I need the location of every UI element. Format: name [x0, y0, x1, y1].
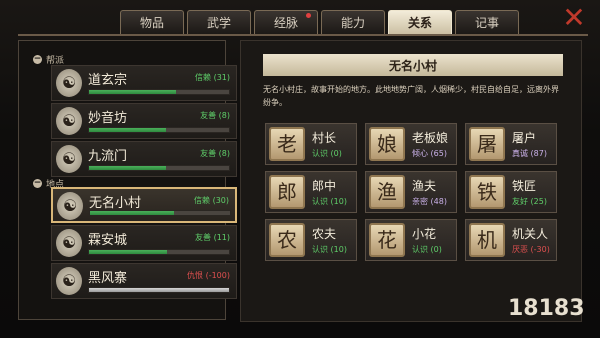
watermark-text: 18183	[508, 296, 585, 321]
collapse-icon: −	[33, 178, 42, 188]
npc-portrait-icon: 渔	[369, 175, 405, 209]
location-description: 无名小村庄，故事开始的地方。此地地势广阔，人烟稀少，村民自给自足，远离外界纷争。	[263, 85, 559, 107]
npc-portrait-icon: 老	[269, 127, 305, 161]
npc-name: 村长	[312, 131, 337, 145]
faction-emblem-icon: ☯	[56, 107, 82, 135]
place-relation: 信赖 (30)	[194, 196, 229, 205]
faction-name: 九流门	[88, 149, 128, 164]
npc-card-blacksmith[interactable]: 铁 铁匠 友好 (25)	[465, 171, 557, 213]
tab-martial-arts[interactable]: 武学	[187, 10, 251, 34]
npc-portrait-icon: 郎	[269, 175, 305, 209]
npc-card-doctor[interactable]: 郎 郎中 认识 (10)	[265, 171, 357, 213]
npc-relation: 认识 (10)	[312, 197, 347, 206]
place-emblem-icon: ☯	[57, 192, 83, 220]
relation-bar	[88, 89, 230, 95]
npc-name: 农夫	[312, 227, 337, 241]
relation-bar-fill	[89, 128, 166, 132]
npc-portrait-icon: 花	[369, 223, 405, 257]
tab-meridians-label: 经脉	[273, 16, 298, 30]
relation-bar-fill	[89, 90, 176, 94]
npc-portrait-icon: 铁	[469, 175, 505, 209]
tab-relations[interactable]: 关系	[388, 10, 452, 34]
npc-name: 铁匠	[512, 179, 537, 193]
npc-name: 屠户	[512, 131, 537, 145]
npc-portrait-icon: 农	[269, 223, 305, 257]
tab-meridians[interactable]: 经脉	[254, 10, 318, 34]
faction-name: 妙音坊	[88, 111, 128, 126]
npc-card-fisherman[interactable]: 渔 渔夫 亲密 (48)	[365, 171, 457, 213]
faction-card-daoxuanzong[interactable]: ☯ 道玄宗 信赖 (31)	[51, 65, 237, 101]
npc-name: 郎中	[312, 179, 337, 193]
npc-name: 小花	[412, 227, 437, 241]
npc-relation: 认识 (10)	[312, 245, 347, 254]
tab-journal[interactable]: 记事	[455, 10, 519, 34]
npc-portrait-icon: 屠	[469, 127, 505, 161]
npc-card-butcher[interactable]: 屠 屠户 真诚 (87)	[465, 123, 557, 165]
npc-card-proprietress[interactable]: 娘 老板娘 倾心 (65)	[365, 123, 457, 165]
faction-relation: 友善 (8)	[200, 111, 230, 120]
faction-emblem-icon: ☯	[56, 145, 82, 173]
relation-bar	[88, 127, 230, 133]
place-card-wumingxiaocun[interactable]: ☯ 无名小村 信赖 (30)	[51, 187, 237, 223]
tab-bar: 物品 武学 经脉 能力 关系 记事	[120, 10, 519, 34]
faction-name: 道玄宗	[88, 73, 128, 88]
close-icon[interactable]: ✕	[562, 4, 586, 32]
faction-card-miaoyinfang[interactable]: ☯ 妙音坊 友善 (8)	[51, 103, 237, 139]
place-relation: 仇恨 (-100)	[187, 271, 230, 280]
relation-bar	[88, 249, 230, 255]
place-emblem-icon: ☯	[56, 267, 82, 295]
location-detail-panel: 无名小村 无名小村庄，故事开始的地方。此地地势广阔，人烟稀少，村民自给自足，远离…	[240, 40, 582, 322]
npc-name: 渔夫	[412, 179, 437, 193]
place-name: 无名小村	[89, 196, 142, 211]
npc-portrait-icon: 娘	[369, 127, 405, 161]
notification-dot-icon	[306, 13, 311, 18]
npc-portrait-icon: 机	[469, 223, 505, 257]
npc-relation: 倾心 (65)	[412, 149, 447, 158]
relation-bar-fill	[89, 288, 229, 292]
npc-name: 机关人	[512, 227, 549, 241]
place-emblem-icon: ☯	[56, 229, 82, 257]
location-title: 无名小村	[263, 54, 563, 76]
place-relation: 友善 (11)	[195, 233, 230, 242]
relation-bar	[88, 287, 230, 293]
watermark-logo: 18183	[508, 292, 592, 326]
npc-relation: 认识 (0)	[312, 149, 342, 158]
npc-card-village-chief[interactable]: 老 村长 认识 (0)	[265, 123, 357, 165]
faction-relation: 友善 (8)	[200, 149, 230, 158]
npc-card-automaton[interactable]: 机 机关人 厌恶 (-30)	[465, 219, 557, 261]
relation-bar	[88, 165, 230, 171]
npc-card-farmer[interactable]: 农 农夫 认识 (10)	[265, 219, 357, 261]
place-card-heifengzhai[interactable]: ☯ 黑风寨 仇恨 (-100)	[51, 263, 237, 299]
collapse-icon: −	[33, 54, 42, 64]
npc-relation: 厌恶 (-30)	[512, 245, 550, 254]
npc-card-xiaohua[interactable]: 花 小花 认识 (0)	[365, 219, 457, 261]
relation-bar-fill	[89, 250, 168, 254]
npc-name: 老板娘	[412, 131, 449, 145]
tab-abilities[interactable]: 能力	[321, 10, 385, 34]
place-card-linancheng[interactable]: ☯ 霖安城 友善 (11)	[51, 225, 237, 261]
faction-list-panel: − 帮派 ☯ 道玄宗 信赖 (31) ☯ 妙音坊 友善 (8) ☯ 九流门 友善…	[18, 40, 237, 320]
faction-emblem-icon: ☯	[56, 69, 82, 97]
tab-divider	[18, 34, 588, 36]
place-name: 霖安城	[88, 233, 128, 248]
place-name: 黑风寨	[88, 271, 128, 286]
npc-relation: 认识 (0)	[412, 245, 442, 254]
faction-card-jiuliumen[interactable]: ☯ 九流门 友善 (8)	[51, 141, 237, 177]
relation-bar	[89, 210, 231, 216]
relation-bar-fill	[90, 211, 174, 215]
npc-relation: 亲密 (48)	[412, 197, 447, 206]
npc-relation: 友好 (25)	[512, 197, 547, 206]
tab-items[interactable]: 物品	[120, 10, 184, 34]
npc-relation: 真诚 (87)	[512, 149, 547, 158]
relation-bar-fill	[89, 166, 166, 170]
faction-relation: 信赖 (31)	[195, 73, 230, 82]
